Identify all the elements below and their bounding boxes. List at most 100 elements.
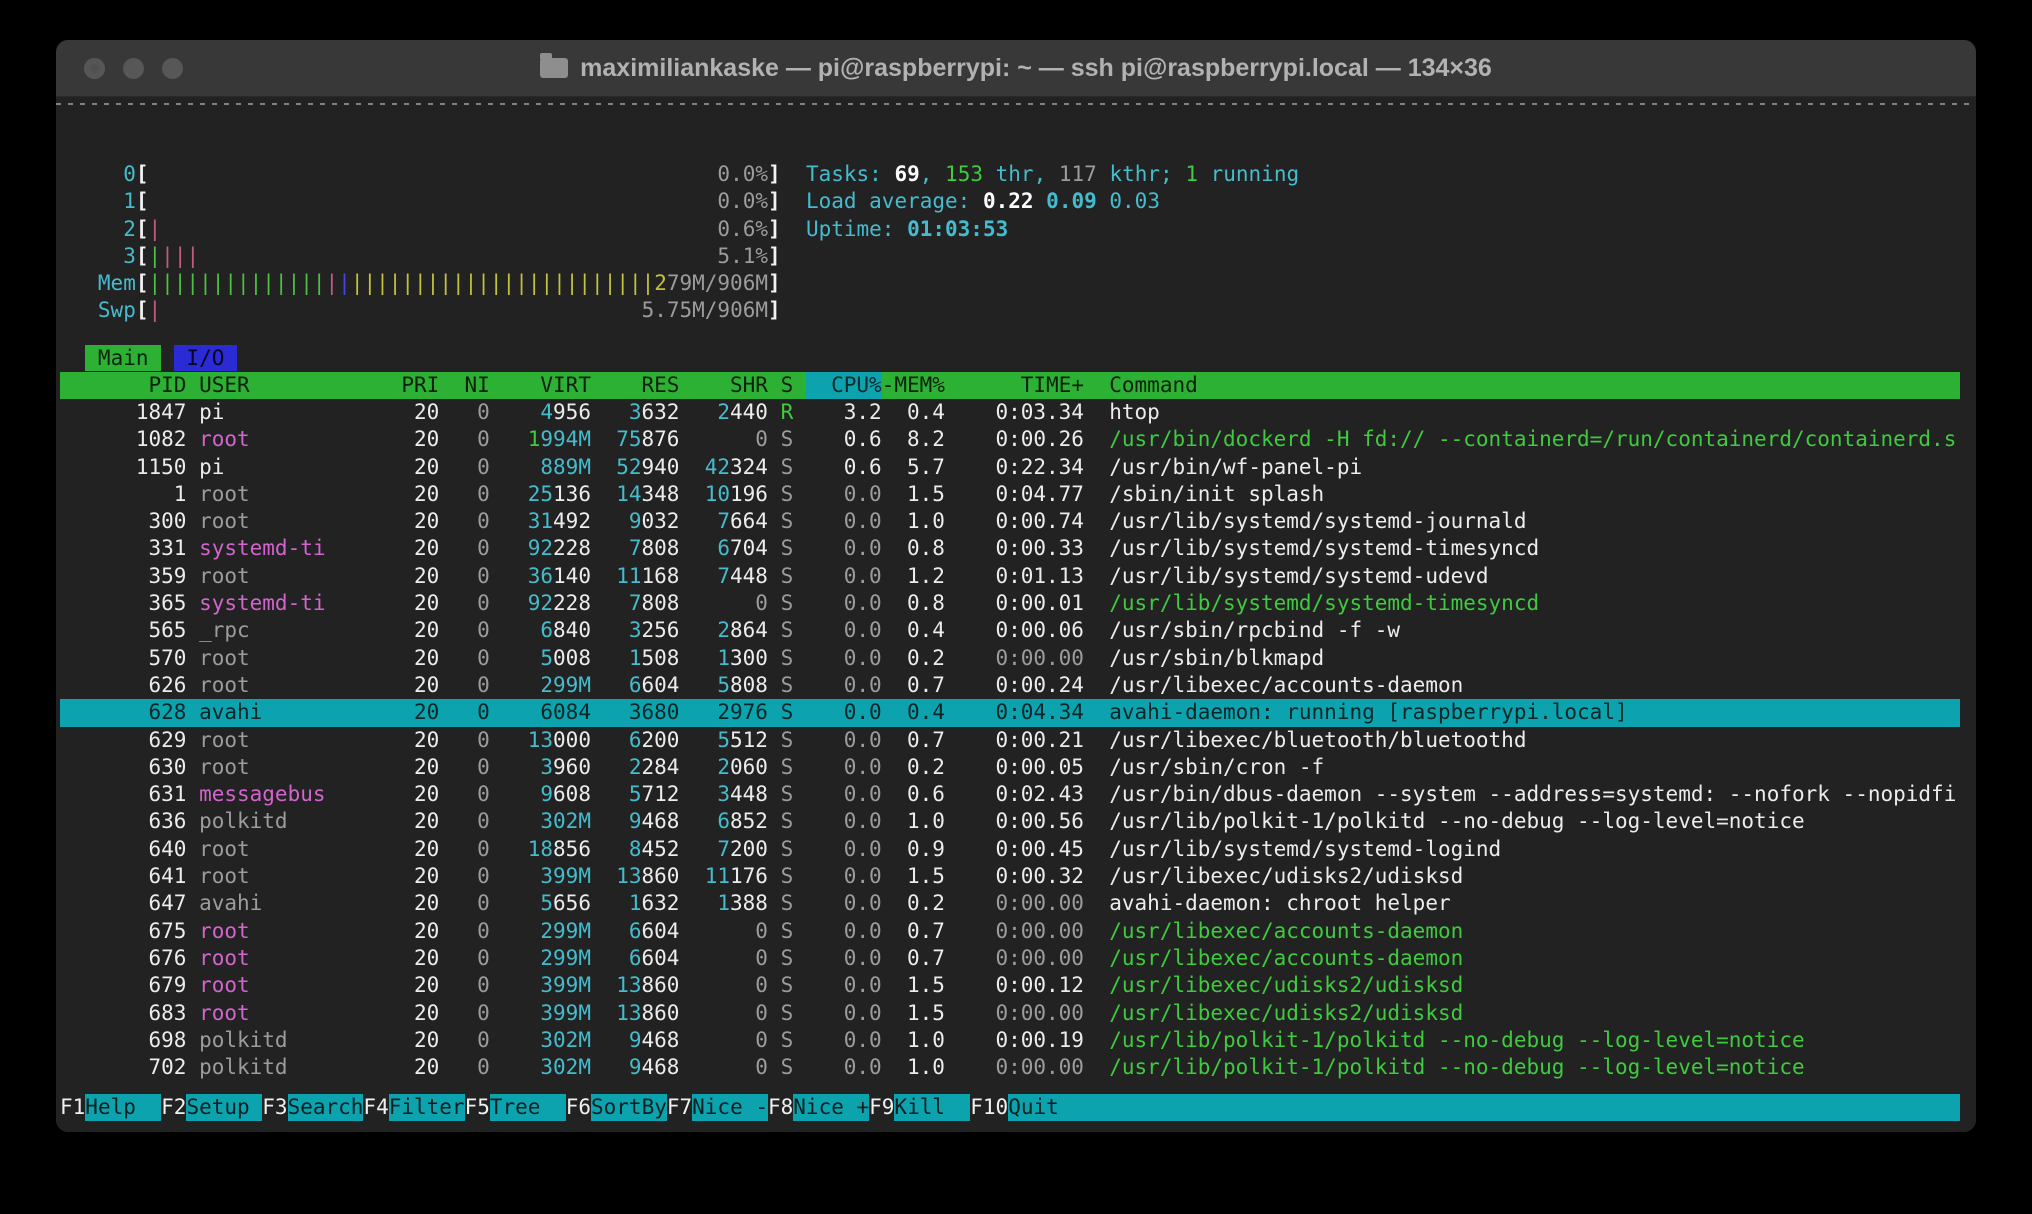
meter-bracket-close: ] xyxy=(768,216,781,243)
col-header-shr[interactable]: SHR xyxy=(692,372,768,399)
process-row[interactable]: 676 root200 299M 6604 0 S 0.0 0.7 0:00.0… xyxy=(60,945,1960,972)
cell-number: 10196 xyxy=(692,481,768,508)
spacer xyxy=(793,454,806,481)
col-header-mem[interactable]: MEM% xyxy=(894,372,945,399)
num-part: 136 xyxy=(553,481,591,508)
cell-pid: 679 xyxy=(60,972,186,999)
process-row[interactable]: 679 root200 399M 13860 0 S 0.0 1.5 0:00.… xyxy=(60,972,1960,999)
col-header-res[interactable]: RES xyxy=(604,372,680,399)
fkey-action-label: Help xyxy=(85,1094,161,1121)
process-row[interactable]: 640 root200 18856 8452 7200 S 0.0 0.9 0:… xyxy=(60,836,1960,863)
process-row[interactable]: 1 root200 25136 14348 10196 S 0.0 1.5 0:… xyxy=(60,481,1960,508)
spacer xyxy=(186,590,199,617)
fkey-F5[interactable]: F5Tree xyxy=(465,1094,566,1121)
process-row[interactable]: 1082 root200 1994M 75876 0 S 0.6 8.2 0:0… xyxy=(60,426,1960,453)
process-row[interactable]: 647 avahi200 5656 1632 1388 S 0.0 0.2 0:… xyxy=(60,890,1960,917)
col-header-time[interactable]: TIME+ xyxy=(958,372,1084,399)
process-row[interactable]: 626 root200 299M 6604 5808 S 0.0 0.7 0:0… xyxy=(60,672,1960,699)
fkey-F10[interactable]: F10Quit xyxy=(970,1094,1084,1121)
cell-pid: 1847 xyxy=(60,399,186,426)
meter-value: 5.1% xyxy=(717,243,768,270)
spacer xyxy=(1084,535,1109,562)
process-row[interactable]: 630 root200 3960 2284 2060 S 0.0 0.2 0:0… xyxy=(60,754,1960,781)
spacer xyxy=(490,508,503,535)
cell-pri: 20 xyxy=(338,945,439,972)
process-row[interactable]: 1150 pi200 889M 52940 42324 S 0.6 5.7 0:… xyxy=(60,454,1960,481)
spacer xyxy=(945,727,958,754)
fkey-F9[interactable]: F9Kill xyxy=(869,1094,970,1121)
num-part: 960 xyxy=(553,754,591,781)
col-header-cpu-sorted[interactable]: CPU% xyxy=(806,372,882,399)
cell-number: 0 xyxy=(692,1027,768,1054)
spacer xyxy=(591,672,604,699)
cell-number: 9468 xyxy=(604,1054,680,1081)
process-row[interactable]: 631 messagebus200 9608 5712 3448 S 0.0 0… xyxy=(60,781,1960,808)
cell-pid: 676 xyxy=(60,945,186,972)
process-row[interactable]: 683 root200 399M 13860 0 S 0.0 1.5 0:00.… xyxy=(60,1000,1960,1027)
cell-mem: 5.7 xyxy=(894,454,945,481)
num-part: 299M xyxy=(540,672,591,699)
cell-ni: 0 xyxy=(439,617,490,644)
process-row[interactable]: 702 polkitd200 302M 9468 0 S 0.0 1.0 0:0… xyxy=(60,1054,1960,1081)
cell-state: S xyxy=(781,508,794,535)
cell-command: /usr/bin/dbus-daemon --system --address=… xyxy=(1109,781,1956,808)
spacer xyxy=(1084,454,1109,481)
process-row[interactable]: 629 root200 13000 6200 5512 S 0.0 0.7 0:… xyxy=(60,727,1960,754)
fkey-F8[interactable]: F8Nice + xyxy=(768,1094,869,1121)
fkey-F1[interactable]: F1Help xyxy=(60,1094,161,1121)
num-part: 492 xyxy=(553,508,591,535)
spacer xyxy=(768,1027,781,1054)
col-header-user[interactable]: USER xyxy=(199,372,338,399)
spacer xyxy=(945,1027,958,1054)
cell-mem: 0.7 xyxy=(894,672,945,699)
cell-state: S xyxy=(781,754,794,781)
col-header-pid[interactable]: PID xyxy=(60,372,186,399)
spacer xyxy=(679,535,692,562)
process-row[interactable]: 359 root200 36140 11168 7448 S 0.0 1.2 0… xyxy=(60,563,1960,590)
process-row[interactable]: 565 _rpc200 6840 3256 2864 S 0.0 0.4 0:0… xyxy=(60,617,1960,644)
process-row[interactable]: 698 polkitd200 302M 9468 0 S 0.0 1.0 0:0… xyxy=(60,1027,1960,1054)
process-row[interactable]: 641 root200 399M 13860 11176 S 0.0 1.5 0… xyxy=(60,863,1960,890)
fkey-F2[interactable]: F2Setup xyxy=(161,1094,262,1121)
col-header-state[interactable]: S xyxy=(781,372,794,399)
process-row[interactable]: 636 polkitd200 302M 9468 6852 S 0.0 1.0 … xyxy=(60,808,1960,835)
fkey-F7[interactable]: F7Nice - xyxy=(667,1094,768,1121)
process-row[interactable]: 628 avahi200 6084 3680 2976 S 0.0 0.4 0:… xyxy=(60,699,1960,726)
process-row[interactable]: 300 root200 31492 9032 7664 S 0.0 1.0 0:… xyxy=(60,508,1960,535)
process-row[interactable]: 570 root200 5008 1508 1300 S 0.0 0.2 0:0… xyxy=(60,645,1960,672)
num-part: 6 xyxy=(629,945,642,972)
cell-number: 9608 xyxy=(502,781,591,808)
num-part: 7 xyxy=(629,590,642,617)
fkey-F6[interactable]: F6SortBy xyxy=(566,1094,667,1121)
num-part: 060 xyxy=(730,754,768,781)
process-row[interactable]: 331 systemd-ti200 92228 7808 6704 S 0.0 … xyxy=(60,535,1960,562)
tab-io[interactable]: I/O xyxy=(174,345,237,371)
process-row[interactable]: 1847 pi200 4956 3632 2440 R 3.2 0.4 0:03… xyxy=(60,399,1960,426)
spacer xyxy=(793,863,806,890)
tab-main[interactable]: Main xyxy=(85,345,161,371)
num-part: 13 xyxy=(616,972,641,999)
spacer xyxy=(186,672,199,699)
spacer xyxy=(490,1054,503,1081)
fkey-F3[interactable]: F3Search xyxy=(262,1094,363,1121)
spacer xyxy=(186,972,199,999)
col-header-pri[interactable]: PRI xyxy=(338,372,439,399)
window-titlebar[interactable]: maximiliankaske — pi@raspberrypi: ~ — ss… xyxy=(56,40,1976,97)
cell-state: S xyxy=(781,590,794,617)
cell-mem: 8.2 xyxy=(894,426,945,453)
meter-bars-mag: | xyxy=(149,297,162,324)
meter-bar-area: ||||5.1% xyxy=(149,243,769,270)
num-part: 200 xyxy=(730,836,768,863)
num-part: 6 xyxy=(717,808,730,835)
num-part: 468 xyxy=(642,1027,680,1054)
spacer xyxy=(945,863,958,890)
spacer xyxy=(793,1054,806,1081)
fkey-F4[interactable]: F4Filter xyxy=(363,1094,464,1121)
process-row[interactable]: 675 root200 299M 6604 0 S 0.0 0.7 0:00.0… xyxy=(60,918,1960,945)
col-header-virt[interactable]: VIRT xyxy=(502,372,591,399)
process-row[interactable]: 365 systemd-ti200 92228 7808 0 S 0.0 0.8… xyxy=(60,590,1960,617)
col-header-ni[interactable]: NI xyxy=(439,372,490,399)
col-header-command[interactable]: Command xyxy=(1109,372,1198,399)
fkey-action-label: Tree xyxy=(490,1094,566,1121)
spacer xyxy=(1084,372,1109,399)
